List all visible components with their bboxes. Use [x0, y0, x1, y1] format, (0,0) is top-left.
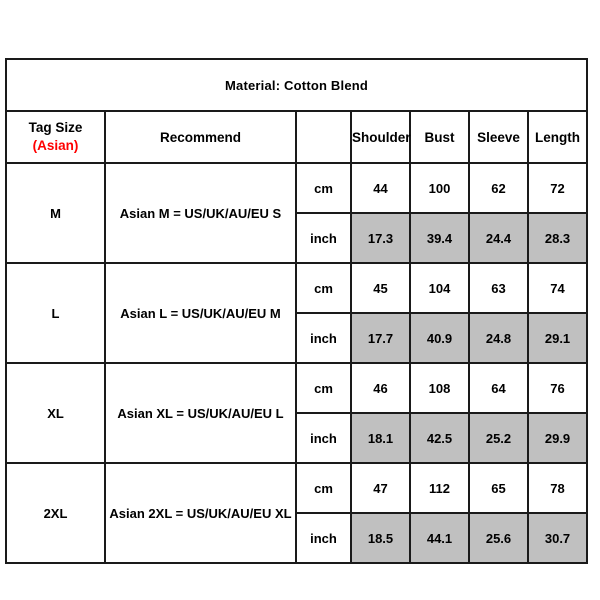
cm-bust: 108	[409, 362, 470, 414]
column-header-shoulder: Shoulder	[350, 110, 411, 164]
table-row: M Asian M = US/UK/AU/EU S cm 44 100 62 7…	[5, 162, 589, 264]
title-row: Material: Cotton Blend	[4, 58, 589, 112]
inch-shoulder: 17.3	[350, 212, 411, 264]
cm-sleeve: 62	[468, 162, 529, 214]
recommend-value: Asian XL = US/UK/AU/EU L	[104, 362, 297, 464]
inch-bust: 39.4	[409, 212, 470, 264]
chart-title: Material: Cotton Blend	[4, 58, 589, 112]
unit-cm: cm	[295, 162, 352, 214]
header-row: Tag Size (Asian) Recommend Shoulder Bust…	[5, 110, 589, 164]
unit-cm: cm	[295, 362, 352, 414]
recommend-value: Asian M = US/UK/AU/EU S	[104, 162, 297, 264]
inch-length: 29.9	[526, 412, 589, 464]
recommend-value: Asian 2XL = US/UK/AU/EU XL	[104, 462, 297, 564]
cm-length: 76	[526, 362, 589, 414]
unit-cm: cm	[295, 462, 352, 514]
cm-length: 72	[526, 162, 589, 214]
inch-sleeve: 25.2	[468, 412, 529, 464]
tag-size-value: XL	[5, 362, 106, 464]
column-header-recommend: Recommend	[104, 110, 297, 164]
cm-bust: 100	[409, 162, 470, 214]
table-row: L Asian L = US/UK/AU/EU M cm 45 104 63 7…	[5, 262, 589, 364]
size-chart-container: Material: Cotton Blend Tag Size (Asian) …	[4, 58, 589, 564]
inch-length: 30.7	[526, 512, 589, 564]
cm-bust: 112	[409, 462, 470, 514]
column-header-tag-size: Tag Size (Asian)	[5, 110, 106, 164]
tag-size-value: 2XL	[5, 462, 106, 564]
cm-sleeve: 63	[468, 262, 529, 314]
cm-length: 74	[526, 262, 589, 314]
unit-inch: inch	[295, 512, 352, 564]
column-header-bust: Bust	[409, 110, 470, 164]
inch-shoulder: 18.5	[350, 512, 411, 564]
inch-sleeve: 24.4	[468, 212, 529, 264]
unit-cm: cm	[295, 262, 352, 314]
tag-size-value: L	[5, 262, 106, 364]
cm-shoulder: 44	[350, 162, 411, 214]
inch-sleeve: 24.8	[468, 312, 529, 364]
unit-inch: inch	[295, 412, 352, 464]
cm-sleeve: 64	[468, 362, 529, 414]
column-header-length: Length	[526, 110, 589, 164]
unit-inch: inch	[295, 312, 352, 364]
inch-bust: 44.1	[409, 512, 470, 564]
tag-size-label: Tag Size	[28, 119, 83, 135]
tag-size-value: M	[5, 162, 106, 264]
inch-shoulder: 18.1	[350, 412, 411, 464]
inch-shoulder: 17.7	[350, 312, 411, 364]
cm-bust: 104	[409, 262, 470, 314]
inch-length: 29.1	[526, 312, 589, 364]
column-header-unit	[295, 110, 352, 164]
table-row: XL Asian XL = US/UK/AU/EU L cm 46 108 64…	[5, 362, 589, 464]
unit-inch: inch	[295, 212, 352, 264]
table-row: 2XL Asian 2XL = US/UK/AU/EU XL cm 47 112…	[5, 462, 589, 564]
cm-shoulder: 45	[350, 262, 411, 314]
inch-bust: 42.5	[409, 412, 470, 464]
size-chart-table: Material: Cotton Blend Tag Size (Asian) …	[4, 58, 589, 564]
recommend-value: Asian L = US/UK/AU/EU M	[104, 262, 297, 364]
column-header-sleeve: Sleeve	[468, 110, 529, 164]
cm-length: 78	[526, 462, 589, 514]
inch-sleeve: 25.6	[468, 512, 529, 564]
cm-shoulder: 47	[350, 462, 411, 514]
tag-size-asian-label: (Asian)	[32, 138, 79, 153]
inch-bust: 40.9	[409, 312, 470, 364]
cm-sleeve: 65	[468, 462, 529, 514]
cm-shoulder: 46	[350, 362, 411, 414]
inch-length: 28.3	[526, 212, 589, 264]
